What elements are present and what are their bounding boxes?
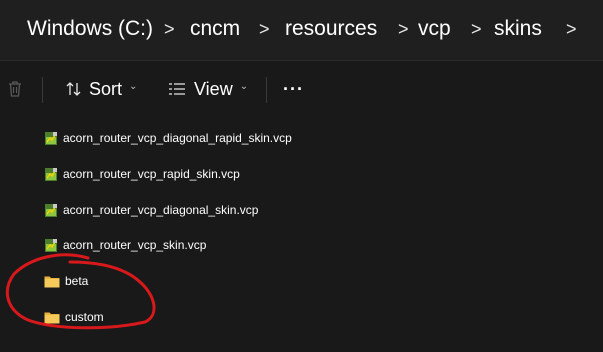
vcp-file-icon xyxy=(45,203,57,217)
breadcrumb-drive[interactable]: Windows (C:) xyxy=(27,14,153,44)
file-name: acorn_router_vcp_rapid_skin.vcp xyxy=(63,167,240,181)
breadcrumb-separator[interactable]: > xyxy=(164,14,175,44)
command-bar: Sort ⌄ View ⌄ ··· xyxy=(0,61,603,117)
breadcrumb-separator[interactable]: > xyxy=(259,14,270,44)
sort-arrows-icon xyxy=(66,82,81,96)
file-list: acorn_router_vcp_diagonal_rapid_skin.vcp… xyxy=(0,118,603,352)
list-item[interactable]: acorn_router_vcp_diagonal_rapid_skin.vcp xyxy=(44,127,292,149)
list-item[interactable]: beta xyxy=(44,270,88,292)
vcp-file-icon xyxy=(45,238,57,252)
file-name: acorn_router_vcp_diagonal_rapid_skin.vcp xyxy=(63,131,292,145)
chevron-down-icon: ⌄ xyxy=(129,80,138,92)
toolbar-divider xyxy=(42,77,43,103)
breadcrumb-separator[interactable]: > xyxy=(398,14,409,44)
more-options-button[interactable]: ··· xyxy=(283,69,304,109)
view-button[interactable]: View ⌄ xyxy=(168,69,248,109)
breadcrumb-skins[interactable]: skins xyxy=(494,14,542,44)
breadcrumb-separator[interactable]: > xyxy=(471,14,482,44)
view-lines-icon xyxy=(169,83,185,95)
file-name: acorn_router_vcp_diagonal_skin.vcp xyxy=(63,203,259,217)
folder-icon xyxy=(44,312,60,323)
view-label: View xyxy=(194,78,233,99)
list-item[interactable]: custom xyxy=(44,306,104,328)
chevron-down-icon: ⌄ xyxy=(239,80,249,92)
trash-icon xyxy=(9,81,21,97)
breadcrumb-vcp[interactable]: vcp xyxy=(418,14,451,44)
list-item[interactable]: acorn_router_vcp_rapid_skin.vcp xyxy=(44,163,240,185)
file-name: acorn_router_vcp_skin.vcp xyxy=(63,238,207,252)
vcp-file-icon xyxy=(45,131,57,145)
sort-label: Sort xyxy=(89,78,123,99)
breadcrumb-resources[interactable]: resources xyxy=(285,14,377,44)
toolbar-divider xyxy=(266,77,267,103)
breadcrumb-cncm[interactable]: cncm xyxy=(190,14,240,44)
delete-button[interactable] xyxy=(7,69,23,109)
sort-button[interactable]: Sort ⌄ xyxy=(65,69,137,109)
vcp-file-icon xyxy=(45,167,57,181)
address-bar: Windows (C:) > cncm > resources > vcp > … xyxy=(0,0,603,61)
folder-name: custom xyxy=(65,310,104,324)
breadcrumb-separator[interactable]: > xyxy=(566,14,577,44)
list-item[interactable]: acorn_router_vcp_diagonal_skin.vcp xyxy=(44,199,258,221)
list-item[interactable]: acorn_router_vcp_skin.vcp xyxy=(44,234,206,256)
folder-name: beta xyxy=(65,274,89,288)
folder-icon xyxy=(44,276,60,287)
